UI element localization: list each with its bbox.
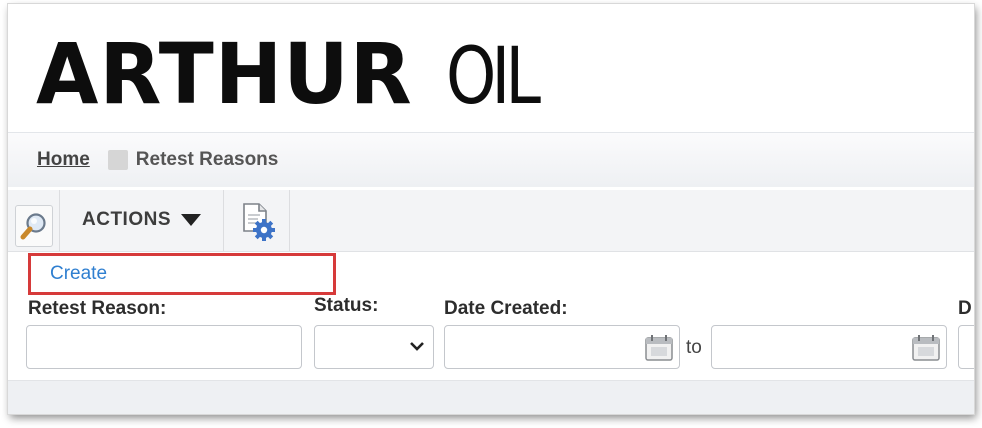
company-logo: ARTHUR OIL bbox=[36, 26, 556, 116]
logo-main-text: ARTHUR bbox=[36, 25, 413, 123]
breadcrumb-current-page: Retest Reasons bbox=[135, 149, 279, 170]
logo-sub-text: OIL bbox=[446, 32, 541, 122]
retest-reason-input[interactable] bbox=[26, 325, 302, 369]
caret-down-icon bbox=[181, 213, 201, 226]
chevron-down-icon bbox=[410, 342, 424, 351]
create-menu-item[interactable]: Create bbox=[28, 253, 336, 295]
magnifier-icon bbox=[20, 212, 46, 239]
date-created-to-input[interactable] bbox=[711, 325, 947, 369]
date-created-from-input[interactable] bbox=[444, 325, 680, 369]
document-gear-icon bbox=[242, 202, 275, 241]
status-select[interactable] bbox=[314, 325, 434, 369]
create-link[interactable]: Create bbox=[50, 263, 107, 285]
retest-reason-label: Retest Reason: bbox=[28, 298, 167, 319]
actions-label: ACTIONS bbox=[82, 208, 171, 230]
date-range-to-label: to bbox=[686, 337, 702, 358]
search-toggle-button[interactable] bbox=[8, 190, 60, 251]
app-window: ARTHUR OIL Home Retest Reasons ACTIONS C… bbox=[8, 4, 974, 414]
status-label: Status: bbox=[314, 295, 379, 316]
toolbar: ACTIONS bbox=[8, 190, 974, 252]
breadcrumb-separator-icon bbox=[107, 150, 128, 170]
calendar-icon[interactable] bbox=[911, 334, 941, 362]
filter-panel-footer bbox=[8, 380, 974, 414]
next-filter-label-partial: D bbox=[958, 298, 972, 319]
date-created-label: Date Created: bbox=[444, 298, 568, 319]
breadcrumb-home-link[interactable]: Home bbox=[37, 149, 90, 171]
next-filter-input-partial[interactable] bbox=[958, 325, 974, 369]
document-settings-button[interactable] bbox=[224, 190, 290, 251]
actions-menu-button[interactable]: ACTIONS bbox=[60, 190, 224, 251]
breadcrumb: Home Retest Reasons bbox=[8, 132, 974, 187]
search-icon-frame bbox=[14, 204, 53, 247]
calendar-icon[interactable] bbox=[644, 334, 674, 362]
